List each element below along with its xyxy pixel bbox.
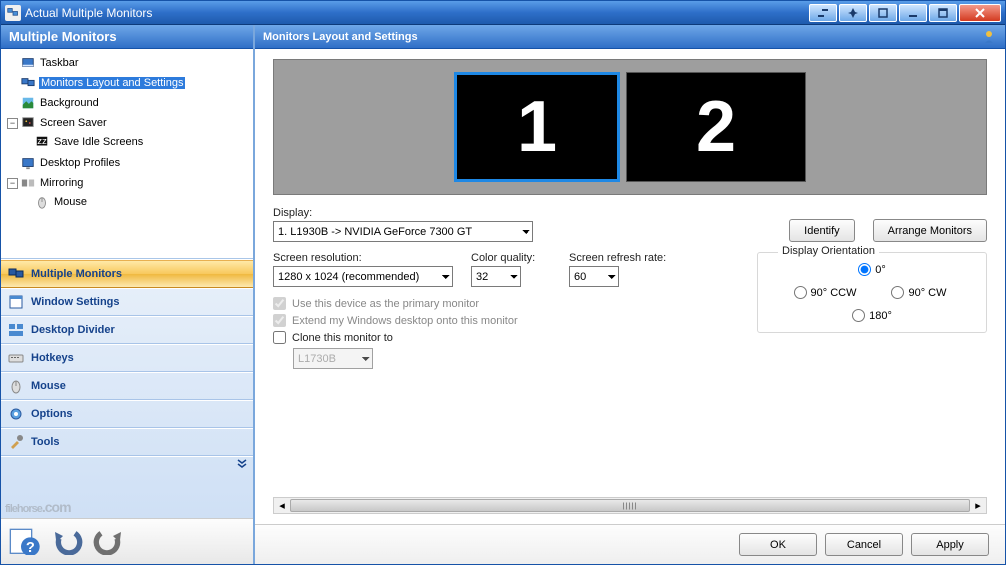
app-window: Actual Multiple Monitors Multiple Monito… (0, 0, 1006, 565)
keyboard-icon (7, 349, 25, 367)
sidebar-header: Multiple Monitors (1, 25, 253, 49)
maximize-button[interactable] (929, 4, 957, 22)
main-settings: 1 2 Display: 1. L1930B -> NVIDIA GeForce… (255, 49, 1005, 524)
screensaver-icon (20, 115, 36, 131)
nav-desktop-divider[interactable]: Desktop Divider (1, 316, 253, 344)
refresh-label: Screen refresh rate: (569, 252, 689, 264)
profiles-icon (20, 155, 36, 171)
monitor-2[interactable]: 2 (626, 72, 806, 182)
minimize-button[interactable] (899, 4, 927, 22)
orientation-label: Display Orientation (778, 245, 879, 257)
clone-checkbox-row[interactable]: Clone this monitor to (273, 331, 727, 344)
monitors-preview[interactable]: 1 2 (273, 59, 987, 195)
nav-expand-toggle[interactable] (1, 456, 253, 470)
background-icon (20, 95, 36, 111)
mouse-icon (34, 194, 50, 210)
scroll-right-arrow[interactable]: ▸ (970, 498, 986, 513)
help-icon[interactable]: ? (9, 528, 41, 556)
window-icon (7, 293, 25, 311)
nav-list: Multiple Monitors Window Settings Deskto… (1, 259, 253, 518)
color-select[interactable]: 32 (471, 266, 521, 287)
orient-0-radio[interactable]: 0° (778, 263, 966, 276)
monitors-icon (20, 75, 36, 91)
redo-icon[interactable] (93, 528, 125, 556)
identify-button[interactable]: Identify (789, 219, 854, 242)
dialog-footer: OK Cancel Apply (255, 524, 1005, 564)
tree-item-mirroring[interactable]: −Mirroring (5, 174, 251, 192)
monitors-icon (7, 265, 25, 283)
tree-view[interactable]: Taskbar Monitors Layout and Settings Bac… (1, 49, 253, 259)
tree-item-save-idle[interactable]: zzSave Idle Screens (19, 133, 251, 151)
arrange-button[interactable]: Arrange Monitors (873, 219, 987, 242)
primary-monitor-checkbox-row: Use this device as the primary monitor (273, 297, 727, 310)
collapse-icon[interactable]: − (7, 118, 18, 129)
clone-target-select: L1730B (293, 348, 373, 369)
orient-90ccw-radio[interactable]: 90° CCW (778, 286, 872, 299)
apply-button[interactable]: Apply (911, 533, 989, 556)
extra-button-1[interactable] (809, 4, 837, 22)
mouse-icon (7, 377, 25, 395)
display-label: Display: (273, 207, 533, 219)
save-idle-icon: zz (34, 134, 50, 150)
tree-item-layout[interactable]: Monitors Layout and Settings (5, 74, 251, 92)
color-label: Color quality: (471, 252, 551, 264)
sidebar: Multiple Monitors Taskbar Monitors Layou… (1, 25, 255, 564)
header-action-icon[interactable] (981, 29, 997, 45)
tools-icon (7, 433, 25, 451)
svg-text:?: ? (26, 540, 35, 555)
undo-icon[interactable] (51, 528, 83, 556)
tree-item-profiles[interactable]: Desktop Profiles (5, 154, 251, 172)
resolution-label: Screen resolution: (273, 252, 453, 264)
mirroring-icon (20, 175, 36, 191)
content-panel: Monitors Layout and Settings 1 2 Display… (255, 25, 1005, 564)
nav-hotkeys[interactable]: Hotkeys (1, 344, 253, 372)
tree-item-mouse-mirror[interactable]: Mouse (19, 193, 251, 211)
extend-desktop-checkbox-row: Extend my Windows desktop onto this moni… (273, 314, 727, 327)
scroll-left-arrow[interactable]: ◂ (274, 498, 290, 513)
app-icon (5, 5, 21, 21)
collapse-icon[interactable]: − (7, 178, 18, 189)
refresh-select[interactable]: 60 (569, 266, 619, 287)
cancel-button[interactable]: Cancel (825, 533, 903, 556)
orientation-group: Display Orientation 0° 90° CCW 90° CW 18… (757, 252, 987, 333)
nav-multiple-monitors[interactable]: Multiple Monitors (1, 260, 253, 288)
tree-item-taskbar[interactable]: Taskbar (5, 54, 251, 72)
svg-text:zz: zz (37, 136, 47, 147)
extend-desktop-checkbox (273, 314, 286, 327)
window-title: Actual Multiple Monitors (25, 6, 807, 20)
nav-options[interactable]: Options (1, 400, 253, 428)
orient-90cw-radio[interactable]: 90° CW (872, 286, 966, 299)
display-select[interactable]: 1. L1930B -> NVIDIA GeForce 7300 GT (273, 221, 533, 242)
resolution-select[interactable]: 1280 x 1024 (recommended) (273, 266, 453, 287)
close-button[interactable] (959, 4, 1001, 22)
taskbar-icon (20, 55, 36, 71)
horizontal-scrollbar[interactable]: ◂ ▸ (273, 497, 987, 514)
bottom-toolbar: filehorse.com ? (1, 518, 253, 564)
monitor-1[interactable]: 1 (454, 72, 620, 182)
tree-item-background[interactable]: Background (5, 94, 251, 112)
nav-mouse[interactable]: Mouse (1, 372, 253, 400)
extra-button-2[interactable] (839, 4, 867, 22)
nav-tools[interactable]: Tools (1, 428, 253, 456)
extra-button-3[interactable] (869, 4, 897, 22)
divider-icon (7, 321, 25, 339)
titlebar[interactable]: Actual Multiple Monitors (1, 1, 1005, 25)
orient-180-radio[interactable]: 180° (778, 309, 966, 322)
scroll-thumb[interactable] (290, 499, 970, 512)
content-header: Monitors Layout and Settings (255, 25, 1005, 49)
gear-icon (7, 405, 25, 423)
primary-monitor-checkbox (273, 297, 286, 310)
clone-checkbox[interactable] (273, 331, 286, 344)
nav-window-settings[interactable]: Window Settings (1, 288, 253, 316)
ok-button[interactable]: OK (739, 533, 817, 556)
content-title: Monitors Layout and Settings (263, 31, 418, 43)
tree-item-screensaver[interactable]: −Screen Saver (5, 114, 251, 132)
